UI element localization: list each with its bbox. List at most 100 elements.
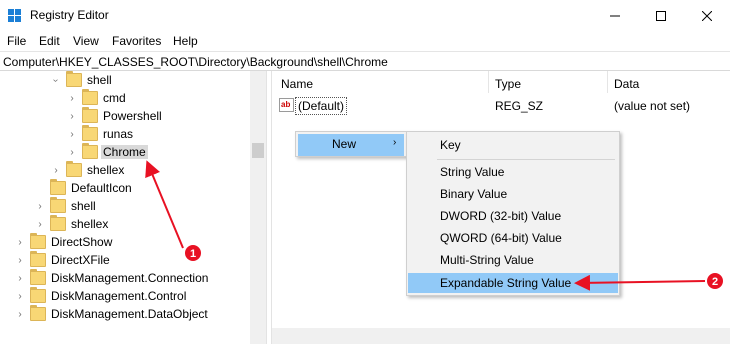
submenu-item-multi-string-value[interactable]: Multi-String Value <box>408 250 618 270</box>
tree-item-directshow[interactable]: › DirectShow <box>14 233 114 251</box>
folder-icon <box>50 179 66 195</box>
folder-icon <box>82 107 98 123</box>
tree-item-label: shell <box>71 199 96 213</box>
submenu-item-label: Expandable String Value <box>440 276 572 290</box>
chevron-right-icon[interactable]: › <box>14 255 26 266</box>
chevron-down-icon[interactable]: › <box>50 75 62 86</box>
chevron-right-icon[interactable]: › <box>14 273 26 284</box>
folder-icon <box>82 89 98 105</box>
maximize-button[interactable] <box>638 0 684 31</box>
submenu-item-label: Binary Value <box>440 187 508 201</box>
submenu-item-binary-value[interactable]: Binary Value <box>408 184 618 204</box>
folder-icon <box>30 233 46 249</box>
registry-editor-app-icon <box>8 9 22 23</box>
context-menu: New › <box>295 131 407 157</box>
menu-view[interactable]: View <box>73 34 99 48</box>
menu-bar: File Edit View Favorites Help <box>0 31 730 51</box>
chevron-right-icon[interactable]: › <box>66 93 78 104</box>
address-path: Computer\HKEY_CLASSES_ROOT\Directory\Bac… <box>3 55 388 69</box>
chevron-right-icon[interactable]: › <box>14 237 26 248</box>
column-header-type[interactable]: Type <box>495 77 521 91</box>
tree-item-directxfile[interactable]: › DirectXFile <box>14 251 112 269</box>
chevron-right-icon[interactable]: › <box>50 165 62 176</box>
tree-item-label: Powershell <box>103 109 162 123</box>
close-button[interactable] <box>684 0 730 31</box>
address-bar[interactable]: Computer\HKEY_CLASSES_ROOT\Directory\Bac… <box>0 51 730 71</box>
chevron-right-icon[interactable]: › <box>34 219 46 230</box>
string-value-icon: ab <box>279 98 294 112</box>
folder-icon <box>82 143 98 159</box>
submenu-item-dword-value[interactable]: DWORD (32-bit) Value <box>408 206 618 226</box>
tree-item-shellex-2[interactable]: › shellex <box>34 215 110 233</box>
folder-icon <box>30 269 46 285</box>
tree-item-label: DiskManagement.Connection <box>51 271 209 285</box>
tree-item-diskmanagement-control[interactable]: › DiskManagement.Control <box>14 287 188 305</box>
tree-item-label: DefaultIcon <box>71 181 132 195</box>
minimize-icon <box>610 15 620 16</box>
submenu-item-label: Key <box>440 138 461 152</box>
tree-item-label: cmd <box>103 91 126 105</box>
tree-item-defaulticon[interactable]: DefaultIcon <box>34 179 134 197</box>
values-horizontal-scrollbar[interactable] <box>272 328 730 344</box>
column-divider[interactable] <box>488 71 489 93</box>
new-submenu: Key String Value Binary Value DWORD (32-… <box>406 131 620 296</box>
submenu-item-expandable-string-value[interactable]: Expandable String Value <box>408 273 618 293</box>
folder-icon <box>30 305 46 321</box>
submenu-item-string-value[interactable]: String Value <box>408 162 618 182</box>
menu-edit[interactable]: Edit <box>39 34 60 48</box>
submenu-item-qword-value[interactable]: QWORD (64-bit) Value <box>408 228 618 248</box>
tree-item-label: runas <box>103 127 134 141</box>
submenu-separator <box>437 159 615 160</box>
tree-item-label: shell <box>87 73 112 87</box>
menu-help[interactable]: Help <box>173 34 198 48</box>
new-label: New <box>332 137 357 151</box>
tree-item-diskmanagement-dataobject[interactable]: › DiskManagement.DataObject <box>14 305 210 323</box>
tree-scrollbar[interactable] <box>250 71 266 344</box>
folder-icon <box>50 197 66 213</box>
minimize-button[interactable] <box>592 0 638 31</box>
value-row-default[interactable]: ab (Default) REG_SZ (value not set) <box>272 97 730 115</box>
tree-item-label: DiskManagement.DataObject <box>51 307 208 321</box>
menu-favorites[interactable]: Favorites <box>112 34 161 48</box>
tree-item-chrome[interactable]: › Chrome <box>66 143 148 161</box>
folder-icon <box>66 71 82 87</box>
context-menu-item-new[interactable]: New › <box>298 134 404 156</box>
submenu-item-key[interactable]: Key <box>408 135 618 155</box>
folder-icon <box>30 287 46 303</box>
chevron-right-icon[interactable]: › <box>66 111 78 122</box>
tree-item-label: DirectXFile <box>51 253 110 267</box>
tree-item-label: DiskManagement.Control <box>51 289 187 303</box>
menu-file[interactable]: File <box>7 34 26 48</box>
tree-item-shell[interactable]: › shell <box>34 197 98 215</box>
tree-item-shellex[interactable]: › shellex <box>50 161 126 179</box>
tree-item-shell-expanded[interactable]: › shell <box>50 71 114 89</box>
folder-icon <box>50 215 66 231</box>
tree-scrollbar-thumb[interactable] <box>252 143 264 158</box>
maximize-icon <box>656 10 666 21</box>
value-type: REG_SZ <box>495 99 544 113</box>
chevron-right-icon[interactable]: › <box>34 201 46 212</box>
chevron-right-icon: › <box>393 137 397 148</box>
tree-item-diskmanagement-connection[interactable]: › DiskManagement.Connection <box>14 269 210 287</box>
tree-item-powershell[interactable]: › Powershell <box>66 107 164 125</box>
chevron-right-icon[interactable]: › <box>66 129 78 140</box>
chevron-right-icon[interactable]: › <box>14 309 26 320</box>
tree-item-runas[interactable]: › runas <box>66 125 135 143</box>
submenu-item-label: DWORD (32-bit) Value <box>440 209 562 223</box>
chevron-right-icon[interactable]: › <box>66 147 78 158</box>
tree-item-label: DirectShow <box>51 235 113 249</box>
folder-icon <box>66 161 82 177</box>
tree-item-label: shellex <box>87 163 125 177</box>
value-name: (Default) <box>295 97 348 115</box>
tree-item-label: shellex <box>71 217 109 231</box>
tree-item-label: Chrome <box>101 145 148 159</box>
title-bar: Registry Editor <box>0 0 730 31</box>
tree-item-cmd[interactable]: › cmd <box>66 89 128 107</box>
column-header-name[interactable]: Name <box>281 77 313 91</box>
chevron-right-icon[interactable]: › <box>14 291 26 302</box>
close-icon <box>702 10 712 21</box>
key-tree[interactable]: › shell › cmd › Powershell › runas › Chr… <box>0 71 266 344</box>
column-divider[interactable] <box>607 71 608 93</box>
submenu-item-label: Multi-String Value <box>440 253 534 267</box>
column-header-data[interactable]: Data <box>614 77 639 91</box>
